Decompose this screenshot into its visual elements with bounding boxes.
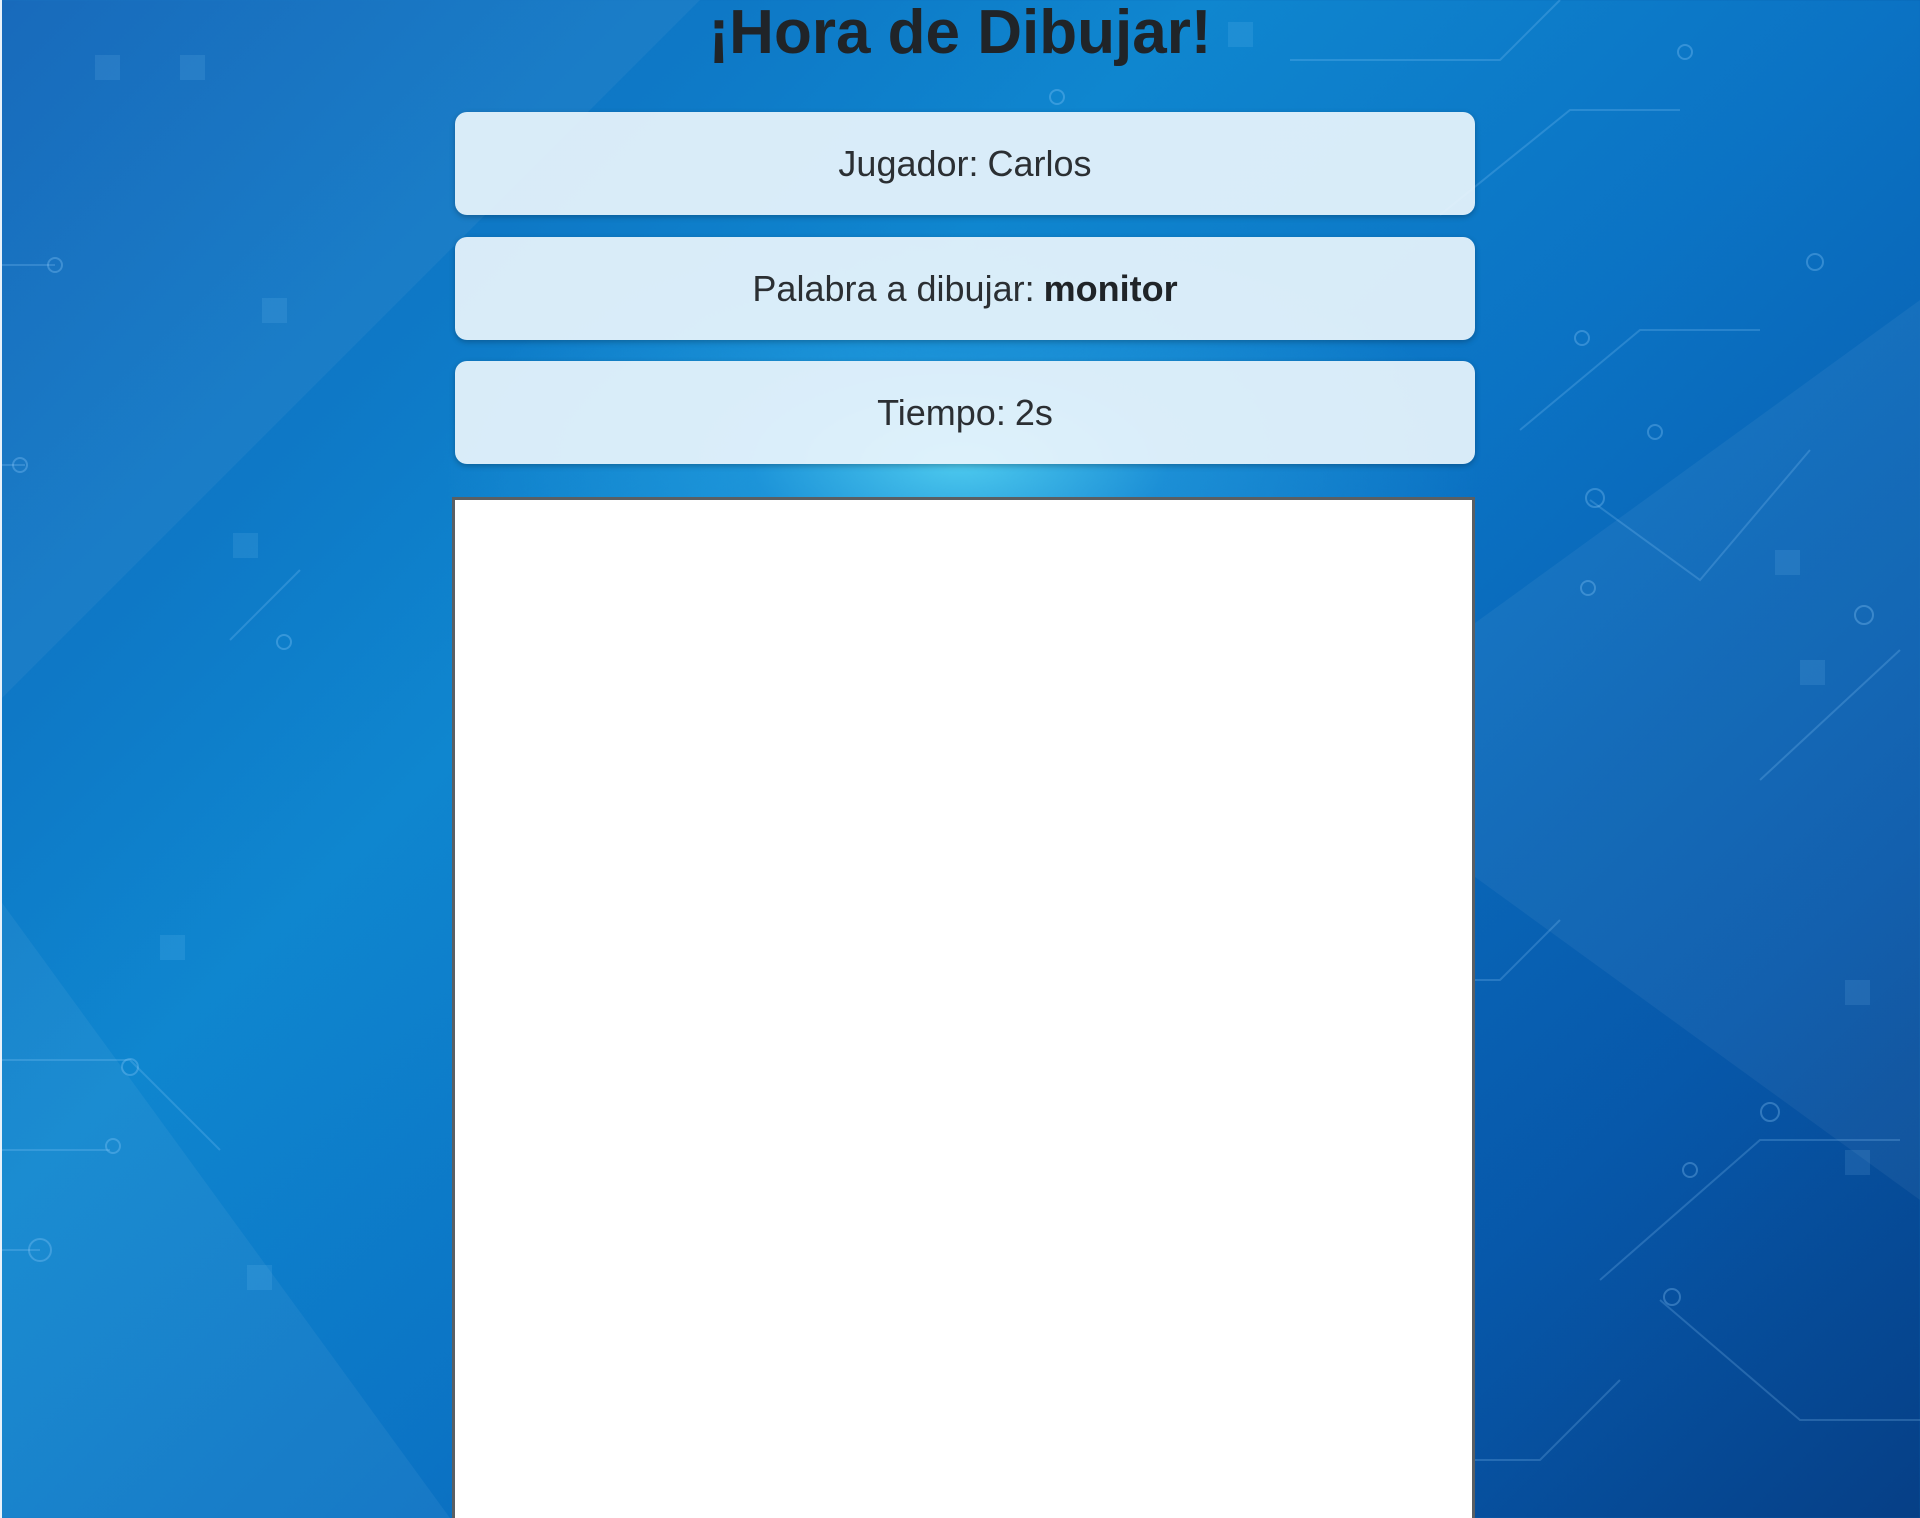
player-label: Jugador:: [838, 142, 979, 184]
drawing-canvas[interactable]: [452, 497, 1475, 1518]
page-title: ¡Hora de Dibujar!: [708, 0, 1212, 67]
timer-label: Tiempo:: [877, 391, 1006, 433]
player-panel: Jugador: Carlos: [455, 112, 1475, 215]
word-label: Palabra a dibujar:: [752, 267, 1035, 309]
timer-value: 2s: [1014, 391, 1053, 433]
word-panel: Palabra a dibujar: monitor: [455, 237, 1475, 340]
window-left-edge: [0, 0, 2, 1518]
timer-panel: Tiempo: 2s: [455, 361, 1475, 464]
word-to-draw: monitor: [1043, 267, 1178, 309]
player-name: Carlos: [987, 142, 1092, 184]
